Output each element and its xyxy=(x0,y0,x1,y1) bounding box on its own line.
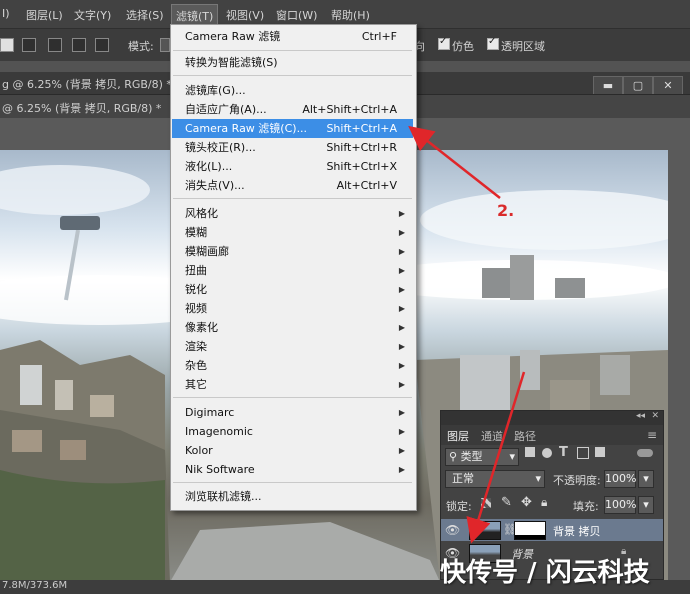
annotation-overlay xyxy=(408,125,526,544)
annotation-arrow-2 xyxy=(466,371,526,544)
step-label: 2. xyxy=(497,201,515,220)
annotation-arrow-1 xyxy=(408,125,501,199)
watermark: 快传号 / 闪云科技 xyxy=(440,558,650,588)
